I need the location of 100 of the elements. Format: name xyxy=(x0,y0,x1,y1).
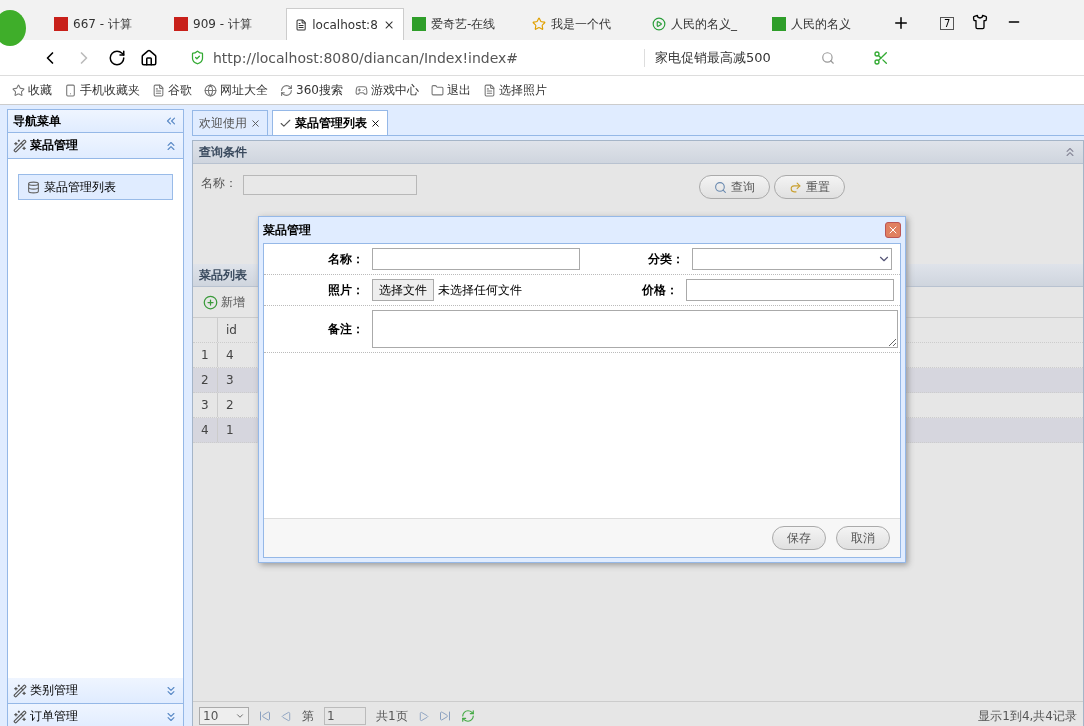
close-button[interactable] xyxy=(885,222,901,238)
category-select[interactable] xyxy=(692,248,892,270)
file-status: 未选择任何文件 xyxy=(438,281,522,299)
bookmark-link[interactable]: 谷歌 xyxy=(152,81,192,99)
search-icon xyxy=(714,180,727,194)
search-icon[interactable] xyxy=(821,50,835,65)
page-icon xyxy=(152,83,165,97)
browser-tab[interactable]: 909 - 计算 xyxy=(166,8,286,40)
panel-title: 查询条件 xyxy=(199,143,247,161)
wand-icon xyxy=(13,709,27,724)
browser-tab[interactable]: 667 - 计算 xyxy=(46,8,166,40)
shirt-icon[interactable] xyxy=(972,14,989,30)
query-button[interactable]: 查询 xyxy=(699,175,770,199)
price-input-field[interactable] xyxy=(686,279,894,301)
site-icon xyxy=(412,17,426,31)
field-label: 备注： xyxy=(327,320,365,338)
field-label: 名称： xyxy=(201,175,237,192)
wand-icon xyxy=(13,138,27,153)
site-icon xyxy=(772,17,786,31)
table-cell: 4 xyxy=(217,343,234,367)
choose-file-button[interactable]: 选择文件 xyxy=(372,279,434,301)
star-icon xyxy=(12,83,25,97)
content-tab[interactable]: 菜品管理列表 xyxy=(272,110,388,135)
url-text: http://localhost:8080/diancan/Index!index# xyxy=(213,49,519,66)
close-icon[interactable] xyxy=(370,117,381,129)
browser-tab[interactable]: 我是一个代 xyxy=(524,8,644,40)
browser-tab[interactable]: 人民的名义_ xyxy=(644,8,764,40)
browser-logo[interactable] xyxy=(0,10,26,46)
bookmark-link[interactable]: 选择照片 xyxy=(482,81,547,99)
bookmark-link[interactable]: 退出 xyxy=(430,81,471,99)
gamepad-icon xyxy=(354,83,368,97)
remark-text-area[interactable] xyxy=(372,310,898,348)
reload-icon[interactable] xyxy=(108,48,126,67)
panel-title: 菜品列表 xyxy=(199,266,247,284)
first-page-icon[interactable] xyxy=(259,710,271,722)
column-header[interactable]: id xyxy=(217,318,237,342)
bookmark-link[interactable]: 360搜索 xyxy=(280,81,343,99)
scissors-icon[interactable] xyxy=(873,49,889,66)
dialog-button[interactable]: 保存 xyxy=(772,526,826,550)
play-icon xyxy=(652,17,666,31)
close-icon xyxy=(887,224,899,236)
home-icon[interactable] xyxy=(140,48,158,67)
bookmark-link[interactable]: 收藏 xyxy=(12,81,52,99)
bookmark-link[interactable]: 游戏中心 xyxy=(354,81,419,99)
next-page-icon[interactable] xyxy=(417,710,429,722)
site-icon xyxy=(174,17,188,31)
row-number: 2 xyxy=(200,373,210,387)
phone-icon xyxy=(64,83,77,97)
browser-tab[interactable]: 爱奇艺-在线 xyxy=(404,8,524,40)
last-page-icon[interactable] xyxy=(438,710,451,722)
address-field[interactable]: http://localhost:8080/diancan/Index!index# xyxy=(190,49,590,66)
browser-tab[interactable]: 人民的名义 xyxy=(764,8,884,40)
plus-icon xyxy=(203,294,218,310)
total-pages: 共1页 xyxy=(376,707,408,725)
table-cell: 1 xyxy=(217,418,234,442)
bookmark-link[interactable]: 网址大全 xyxy=(204,81,268,99)
query-button[interactable]: 重置 xyxy=(774,175,845,199)
database-icon xyxy=(27,180,40,194)
page-icon xyxy=(295,17,308,32)
page-size-select[interactable]: 10 xyxy=(199,707,249,725)
search-field[interactable]: 家电促销最高减500 xyxy=(644,48,835,67)
name-input-field[interactable] xyxy=(372,248,580,270)
field-label: 分类： xyxy=(647,250,685,268)
refresh-icon[interactable] xyxy=(460,709,475,723)
folder-icon xyxy=(430,83,444,97)
site-icon xyxy=(54,17,68,31)
browser-tab[interactable]: localhost:8 xyxy=(286,8,404,40)
caret-icon xyxy=(235,711,245,721)
menu-panel-header[interactable]: 类别管理 xyxy=(8,678,183,704)
content-tab[interactable]: 欢迎使用 xyxy=(192,110,268,135)
tab-count[interactable]: 7 xyxy=(940,17,955,30)
row-number: 4 xyxy=(200,423,210,437)
row-number: 3 xyxy=(200,398,210,412)
table-cell: 2 xyxy=(217,393,234,417)
star-icon xyxy=(532,17,546,31)
bookmark-link[interactable]: 手机收藏夹 xyxy=(64,81,140,99)
record-summary: 显示1到4,共4记录 xyxy=(978,707,1077,725)
row-number: 1 xyxy=(200,348,210,362)
field-label: 名称： xyxy=(327,250,365,268)
dialog-button[interactable]: 取消 xyxy=(836,526,890,550)
globe-icon xyxy=(204,83,217,97)
previous-page-icon[interactable] xyxy=(281,710,292,722)
page-prefix: 第 xyxy=(302,707,314,725)
sidebar-title: 导航菜单 xyxy=(13,112,61,130)
wand-icon xyxy=(13,683,27,698)
new-tab-icon[interactable] xyxy=(892,14,910,32)
field-label: 价格： xyxy=(641,281,679,299)
collapse-icon[interactable] xyxy=(164,114,178,128)
menu-item[interactable]: 菜品管理列表 xyxy=(18,174,173,200)
table-cell: 3 xyxy=(217,368,234,392)
add-button[interactable]: 新增 xyxy=(199,293,249,311)
refresh-icon xyxy=(280,83,293,97)
dialog-title: 菜品管理 xyxy=(263,221,311,239)
menu-panel-header[interactable]: 订单管理 xyxy=(8,704,183,726)
redo-arrow-icon xyxy=(789,180,802,194)
collapse-icon[interactable] xyxy=(1063,145,1077,159)
menu-panel-header[interactable]: 菜品管理 xyxy=(8,133,183,159)
field-label: 照片： xyxy=(327,281,365,299)
name-input-field[interactable] xyxy=(243,175,417,195)
page-input-field[interactable]: 1 xyxy=(324,707,366,725)
